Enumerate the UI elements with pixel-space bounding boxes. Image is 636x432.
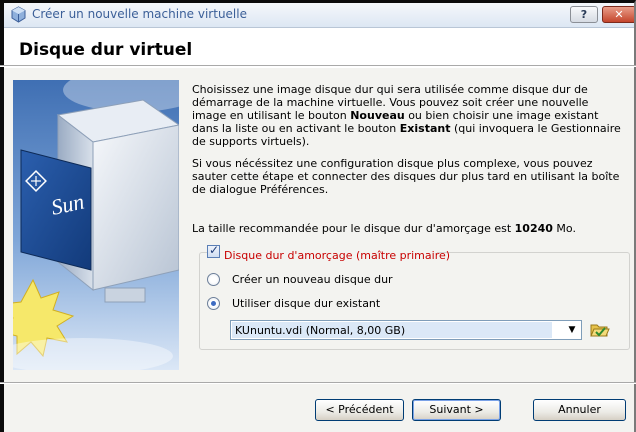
description-paragraph-2: Si vous nécéssitez une configuration dis…	[192, 157, 620, 196]
wizard-artwork: Sun	[13, 80, 179, 370]
chevron-down-icon[interactable]: ▼	[565, 323, 579, 337]
cancel-button-label: Annuler	[558, 403, 601, 416]
keyword-nouveau: Nouveau	[350, 109, 405, 122]
close-button[interactable]: ✕	[602, 6, 634, 23]
radio-button-selected[interactable]	[207, 297, 220, 310]
radio-dot-icon	[211, 301, 216, 306]
existing-disk-select[interactable]: KUnuntu.vdi (Normal, 8,00 GB) ▼	[230, 320, 582, 340]
checkmark-icon: ✓	[209, 243, 220, 257]
description-paragraph-1: Choisissez une image disque dur qui sera…	[192, 83, 621, 148]
create-new-disk-label[interactable]: Créer un nouveau disque dur	[232, 273, 393, 286]
next-button[interactable]: Suivant >	[412, 399, 501, 421]
previous-button[interactable]: < Précédent	[315, 399, 404, 421]
recommended-size-text: La taille recommandée pour le disque dur…	[192, 222, 576, 235]
page-title: Disque dur virtuel	[19, 40, 193, 60]
wizard-header: Disque dur virtuel	[4, 28, 634, 68]
boot-disk-label[interactable]: Disque dur d'amorçage (maître primaire)	[224, 249, 450, 262]
folder-open-icon[interactable]	[588, 320, 610, 340]
keyword-existant: Existant	[399, 122, 451, 135]
recommended-size-value: 10240	[514, 222, 553, 235]
help-button[interactable]: ?	[570, 6, 598, 23]
title-bar[interactable]: Créer un nouvelle machine virtuelle ? ✕	[4, 3, 634, 28]
footer-divider	[0, 382, 636, 384]
next-button-label: Suivant >	[429, 403, 484, 416]
virtualbox-icon	[11, 6, 26, 23]
use-existing-disk-label[interactable]: Utiliser disque dur existant	[232, 297, 380, 310]
cube-side	[92, 124, 179, 291]
header-divider	[0, 65, 636, 67]
checkbox-box[interactable]: ✓	[207, 243, 220, 258]
cancel-button[interactable]: Annuler	[533, 399, 626, 421]
window-title: Créer un nouvelle machine virtuelle	[32, 7, 247, 21]
radio-button[interactable]	[207, 273, 220, 286]
previous-button-label: < Précédent	[325, 403, 394, 416]
description-text: Choisissez une image disque dur qui sera…	[192, 83, 624, 205]
existing-disk-value: KUnuntu.vdi (Normal, 8,00 GB)	[235, 324, 406, 337]
boot-disk-checkbox[interactable]: ✓ Disque dur d'amorçage (maître primaire…	[207, 243, 450, 263]
